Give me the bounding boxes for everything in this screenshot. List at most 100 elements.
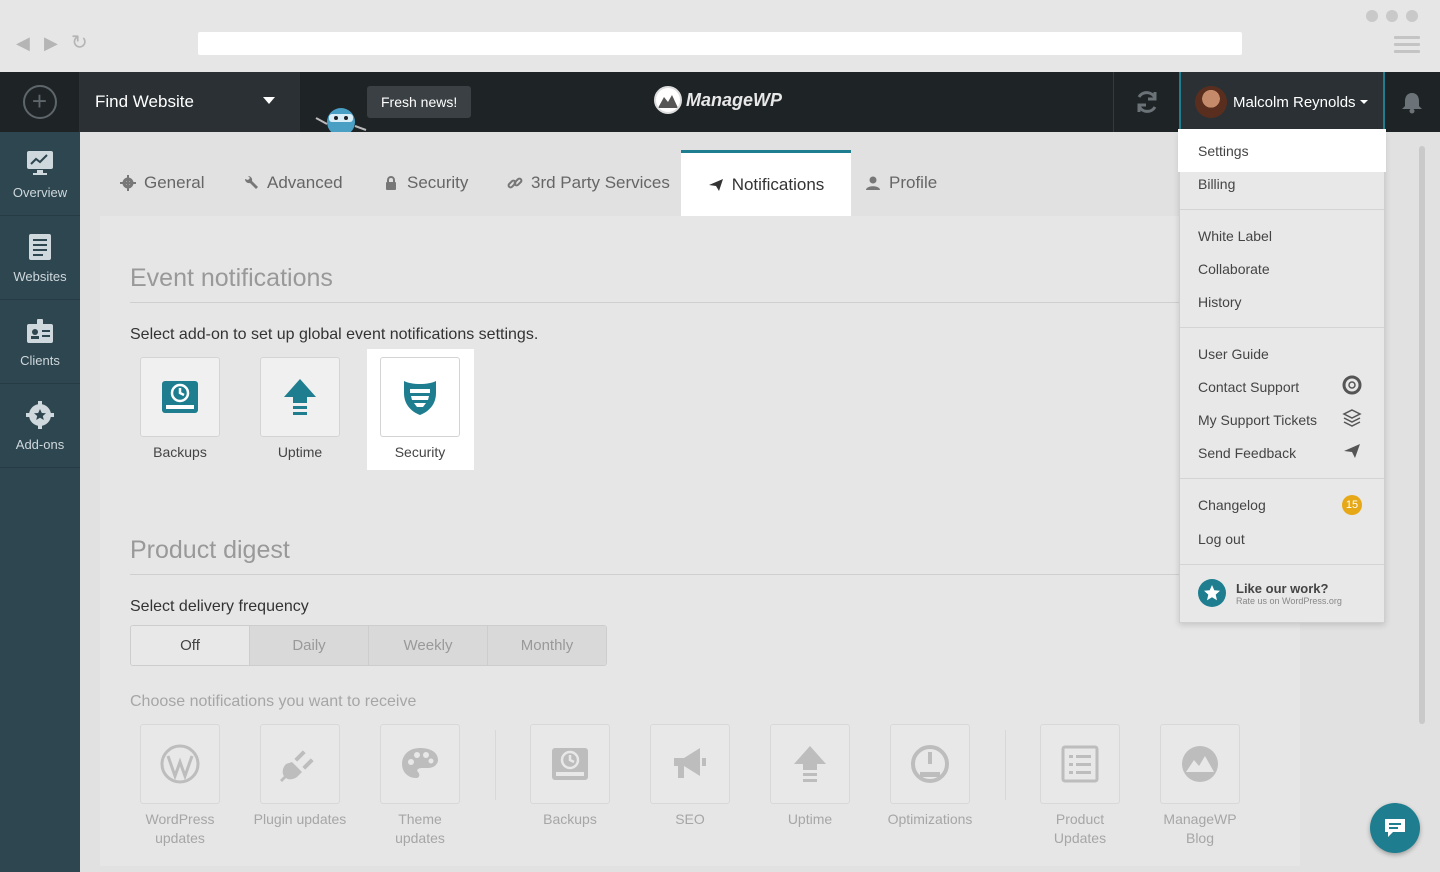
add-website-button[interactable]: + <box>0 72 80 132</box>
robot-mascot-icon <box>315 108 367 132</box>
browser-menu-icon[interactable] <box>1394 36 1420 54</box>
window-dots <box>1366 10 1418 22</box>
menu-item-user-guide[interactable]: User Guide <box>1198 346 1269 362</box>
sidebar-item-overview[interactable]: Overview <box>0 132 80 216</box>
notify-label-line1: ManageWP <box>1163 811 1237 827</box>
tab-general[interactable]: General <box>120 150 204 216</box>
changelog-count-badge: 15 <box>1342 495 1362 515</box>
websites-list-icon <box>29 234 51 260</box>
sidebar-item-label: Add-ons <box>15 437 65 452</box>
notify-optimizations-button[interactable] <box>890 724 970 804</box>
gear-star-icon <box>26 401 54 429</box>
notify-label-line1: Plugin updates <box>253 811 347 827</box>
user-menu-toggle[interactable]: Malcolm Reynolds <box>1179 72 1385 132</box>
frequency-daily-button[interactable]: Daily <box>250 626 369 665</box>
uptime-arrow-icon <box>284 379 316 415</box>
lock-icon <box>386 176 396 190</box>
frequency-weekly-button[interactable]: Weekly <box>369 626 488 665</box>
menu-item-log-out[interactable]: Log out <box>1198 531 1245 547</box>
back-arrow-icon[interactable]: ◀ <box>16 34 30 52</box>
menu-item-contact-support[interactable]: Contact Support <box>1198 379 1299 395</box>
notify-label-line2: updates <box>155 830 205 846</box>
sidebar-item-label: Clients <box>20 353 60 368</box>
sidebar-item-clients[interactable]: Clients <box>0 300 80 384</box>
sync-button[interactable] <box>1113 72 1179 132</box>
tab-advanced[interactable]: Advanced <box>243 150 343 216</box>
notify-label-line2: Blog <box>1185 830 1215 846</box>
find-website-label: Find Website <box>95 92 194 111</box>
palette-icon <box>402 748 438 778</box>
notify-managewp-blog-button[interactable] <box>1160 724 1240 804</box>
menu-item-settings[interactable]: Settings <box>1198 143 1249 159</box>
tab-profile[interactable]: Profile <box>865 150 937 216</box>
addon-uptime-button[interactable] <box>260 357 340 437</box>
tab-label: 3rd Party Services <box>531 173 670 192</box>
backups-drive-icon <box>552 748 588 780</box>
sync-icon <box>1137 91 1156 113</box>
notify-label-line2: Updates <box>1053 830 1107 846</box>
tab-label: Security <box>407 173 469 192</box>
paper-plane-icon <box>708 178 723 191</box>
logo-text: ManageWP <box>686 89 783 110</box>
lifebuoy-icon <box>1342 375 1362 395</box>
wrench-icon <box>244 175 258 189</box>
menu-item-billing[interactable]: Billing <box>1198 176 1235 192</box>
tab-3rd-party-services[interactable]: 3rd Party Services <box>507 150 670 216</box>
address-bar[interactable] <box>198 32 1242 55</box>
notify-label-line1: WordPress <box>145 811 215 827</box>
clients-badge-icon <box>27 319 53 343</box>
rate-us-link[interactable]: Like our work? Rate us on WordPress.org <box>1198 579 1342 607</box>
event-notifications-subtitle: Select add-on to set up global event not… <box>130 326 539 343</box>
chevron-down-icon <box>263 97 275 104</box>
paper-plane-icon <box>1344 444 1360 458</box>
layers-icon <box>1342 409 1362 427</box>
fresh-news-button[interactable]: Fresh news! <box>367 86 472 118</box>
menu-item-white-label[interactable]: White Label <box>1198 228 1272 244</box>
page-scrollbar[interactable] <box>1419 146 1425 724</box>
menu-item-collaborate[interactable]: Collaborate <box>1198 261 1270 277</box>
menu-item-my-support-tickets[interactable]: My Support Tickets <box>1198 412 1317 428</box>
notify-backups-button[interactable] <box>530 724 610 804</box>
caret-down-icon <box>1359 100 1368 104</box>
addon-label: Backups <box>153 444 207 460</box>
menu-item-history[interactable]: History <box>1198 294 1242 310</box>
addon-backups-button[interactable] <box>140 357 220 437</box>
notify-wordpress-updates-button[interactable] <box>140 724 220 804</box>
notify-seo-button[interactable] <box>650 724 730 804</box>
frequency-off-button[interactable]: Off <box>131 626 250 665</box>
frequency-segmented-control: Off Daily Weekly Monthly <box>130 625 607 666</box>
chat-button[interactable] <box>1370 803 1420 853</box>
link-icon <box>507 177 523 189</box>
monitor-chart-icon <box>27 151 53 175</box>
addon-security-button[interactable] <box>380 357 460 437</box>
menu-item-changelog[interactable]: Changelog <box>1198 497 1266 513</box>
menu-item-send-feedback[interactable]: Send Feedback <box>1198 445 1296 461</box>
plug-icon <box>280 750 314 782</box>
find-website-dropdown[interactable]: Find Website <box>80 72 300 132</box>
divider <box>130 574 1300 575</box>
notify-uptime-button[interactable] <box>770 724 850 804</box>
tab-label: Profile <box>889 173 938 192</box>
gauge-icon <box>911 745 949 783</box>
forward-arrow-icon[interactable]: ▶ <box>44 34 58 52</box>
like-title: Like our work? <box>1236 580 1329 596</box>
tab-notifications[interactable]: Notifications <box>681 150 851 216</box>
tab-label: General <box>144 173 205 192</box>
managewp-logo[interactable]: ManageWP <box>654 86 782 114</box>
megaphone-icon <box>674 748 706 778</box>
browser-chrome: ◀ ▶ ↻ <box>0 0 1440 72</box>
notify-product-updates-button[interactable] <box>1040 724 1120 804</box>
tab-security[interactable]: Security <box>383 150 468 216</box>
group-divider <box>1005 730 1006 800</box>
reload-icon[interactable]: ↻ <box>71 33 88 53</box>
mountain-logo-icon <box>654 86 682 114</box>
bell-icon[interactable] <box>1397 90 1427 114</box>
frequency-monthly-button[interactable]: Monthly <box>488 626 606 665</box>
notify-plugin-updates-button[interactable] <box>260 724 340 804</box>
notify-theme-updates-button[interactable] <box>380 724 460 804</box>
app-topbar: + Find Website Fresh news! ManageWP Malc… <box>0 72 1440 132</box>
sidebar-item-websites[interactable]: Websites <box>0 216 80 300</box>
menu-divider <box>1180 564 1384 565</box>
notify-label: Optimizations <box>870 810 990 829</box>
sidebar-item-addons[interactable]: Add-ons <box>0 384 80 468</box>
